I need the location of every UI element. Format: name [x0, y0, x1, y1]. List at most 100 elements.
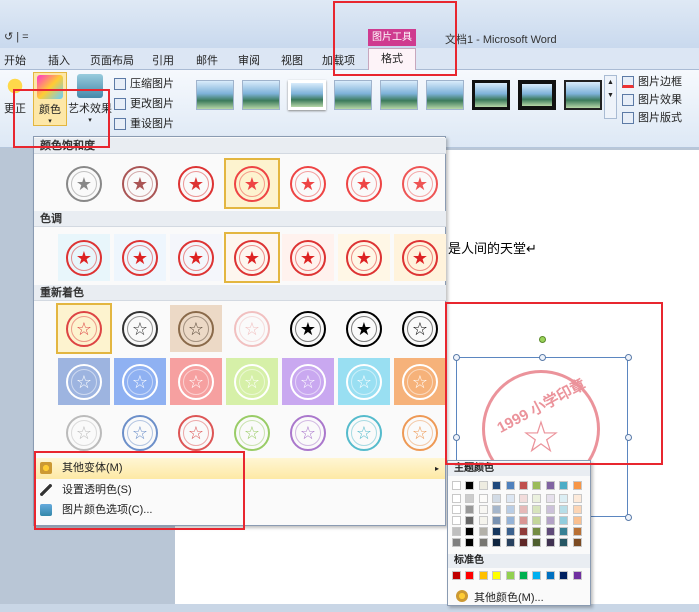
recolor-option[interactable]: ☆ [170, 409, 222, 456]
theme-color-swatch[interactable] [559, 527, 569, 536]
standard-color-swatch[interactable] [545, 571, 555, 580]
standard-color-swatch[interactable] [505, 571, 515, 580]
picture-color-options-item[interactable]: 图片颜色选项(C)... [34, 500, 445, 521]
theme-color-swatch[interactable] [545, 538, 555, 547]
standard-color-swatch[interactable] [465, 571, 475, 580]
tone-option[interactable]: ★ [282, 234, 334, 281]
resize-handle[interactable] [539, 354, 546, 361]
theme-color-swatch[interactable] [505, 494, 515, 503]
theme-color-swatch[interactable] [559, 494, 569, 503]
theme-color-swatch[interactable] [532, 527, 542, 536]
theme-color-swatch[interactable] [492, 538, 502, 547]
theme-color-swatch[interactable] [519, 481, 528, 490]
quick-access-toolbar[interactable]: ↺ | = [4, 30, 29, 43]
theme-color-swatch[interactable] [465, 538, 475, 547]
tone-option[interactable]: ★ [114, 234, 166, 281]
standard-color-swatch[interactable] [572, 571, 582, 580]
picture-style-3[interactable] [288, 80, 326, 110]
theme-color-swatch[interactable] [572, 481, 582, 490]
recolor-option[interactable]: ☆ [282, 358, 334, 405]
theme-color-swatch[interactable] [465, 527, 475, 536]
recolor-option[interactable]: ☆ [394, 358, 446, 405]
theme-color-swatch[interactable] [452, 538, 461, 547]
picture-style-5[interactable] [380, 80, 418, 110]
theme-color-swatch[interactable] [559, 505, 569, 514]
more-variations-item[interactable]: 其他变体(M) ▸ [34, 458, 445, 479]
theme-color-swatch[interactable] [572, 527, 582, 536]
gallery-scrollbar[interactable]: ▲ ▼ [604, 75, 617, 119]
color-button[interactable]: 颜色 ▾ [33, 72, 67, 126]
standard-color-swatch[interactable] [532, 571, 542, 580]
reset-picture-button[interactable]: 重设图片 [114, 116, 174, 132]
theme-color-swatch[interactable] [492, 516, 502, 525]
recolor-option[interactable]: ☆ [114, 358, 166, 405]
theme-color-swatch[interactable] [478, 494, 488, 503]
theme-color-swatch[interactable] [452, 494, 461, 503]
picture-style-9[interactable] [564, 80, 602, 110]
saturation-option[interactable]: ★ [338, 160, 390, 207]
resize-handle[interactable] [625, 434, 632, 441]
recolor-option[interactable]: ☆ [338, 358, 390, 405]
theme-color-swatch[interactable] [532, 481, 542, 490]
theme-color-swatch[interactable] [572, 516, 582, 525]
theme-color-swatch[interactable] [532, 505, 542, 514]
picture-style-6[interactable] [426, 80, 464, 110]
theme-color-swatch[interactable] [545, 516, 555, 525]
recolor-option[interactable]: ☆ [338, 409, 390, 456]
picture-effects-button[interactable]: 图片效果 [622, 92, 682, 108]
theme-color-swatch[interactable] [465, 516, 475, 525]
theme-color-swatch[interactable] [545, 527, 555, 536]
tab-review[interactable]: 审阅 [238, 52, 260, 68]
standard-color-swatch[interactable] [478, 571, 488, 580]
resize-handle[interactable] [625, 514, 632, 521]
theme-color-swatch[interactable] [519, 538, 528, 547]
picture-border-button[interactable]: 图片边框 [622, 74, 682, 90]
tone-option[interactable]: ★ [170, 234, 222, 281]
standard-color-swatch[interactable] [492, 571, 502, 580]
theme-color-swatch[interactable] [559, 538, 569, 547]
recolor-option[interactable]: ☆ [114, 305, 166, 352]
set-transparent-color-item[interactable]: 设置透明色(S) [34, 480, 445, 501]
recolor-option[interactable]: ☆ [58, 409, 110, 456]
recolor-option[interactable]: ☆ [394, 305, 446, 352]
resize-handle[interactable] [453, 354, 460, 361]
theme-color-swatch[interactable] [492, 527, 502, 536]
saturation-option[interactable]: ★ [282, 160, 334, 207]
tone-option[interactable]: ★ [58, 234, 110, 281]
picture-style-8[interactable] [518, 80, 556, 110]
recolor-option[interactable]: ★ [338, 305, 390, 352]
resize-handle[interactable] [453, 434, 460, 441]
tab-format[interactable]: 格式 [368, 48, 416, 71]
theme-color-swatch[interactable] [492, 481, 502, 490]
theme-color-swatch[interactable] [532, 538, 542, 547]
theme-color-swatch[interactable] [478, 505, 488, 514]
rotate-handle[interactable] [539, 336, 546, 343]
saturation-option[interactable]: ★ [114, 160, 166, 207]
picture-style-7[interactable] [472, 80, 510, 110]
theme-color-swatch[interactable] [559, 481, 569, 490]
resize-handle[interactable] [625, 354, 632, 361]
recolor-option[interactable]: ☆ [226, 409, 278, 456]
tab-references[interactable]: 引用 [152, 52, 174, 68]
theme-color-swatch[interactable] [572, 494, 582, 503]
correct-button[interactable]: 更正 [0, 72, 30, 126]
theme-color-swatch[interactable] [572, 505, 582, 514]
theme-color-swatch[interactable] [519, 494, 528, 503]
recolor-option[interactable]: ☆ [394, 409, 446, 456]
recolor-option[interactable]: ☆ [56, 303, 112, 354]
picture-layout-button[interactable]: 图片版式 [622, 110, 682, 126]
theme-color-swatch[interactable] [478, 538, 488, 547]
tab-page-layout[interactable]: 页面布局 [90, 52, 134, 68]
saturation-option[interactable]: ★ [170, 160, 222, 207]
theme-color-swatch[interactable] [572, 538, 582, 547]
theme-color-swatch[interactable] [492, 494, 502, 503]
recolor-option[interactable]: ☆ [226, 305, 278, 352]
saturation-option[interactable]: ★ [224, 158, 280, 209]
tab-view[interactable]: 视图 [281, 52, 303, 68]
compress-pictures-button[interactable]: 压缩图片 [114, 76, 174, 92]
theme-color-swatch[interactable] [505, 505, 515, 514]
picture-style-2[interactable] [242, 80, 280, 110]
standard-color-swatch[interactable] [452, 571, 461, 580]
theme-color-swatch[interactable] [505, 516, 515, 525]
theme-color-swatch[interactable] [532, 494, 542, 503]
